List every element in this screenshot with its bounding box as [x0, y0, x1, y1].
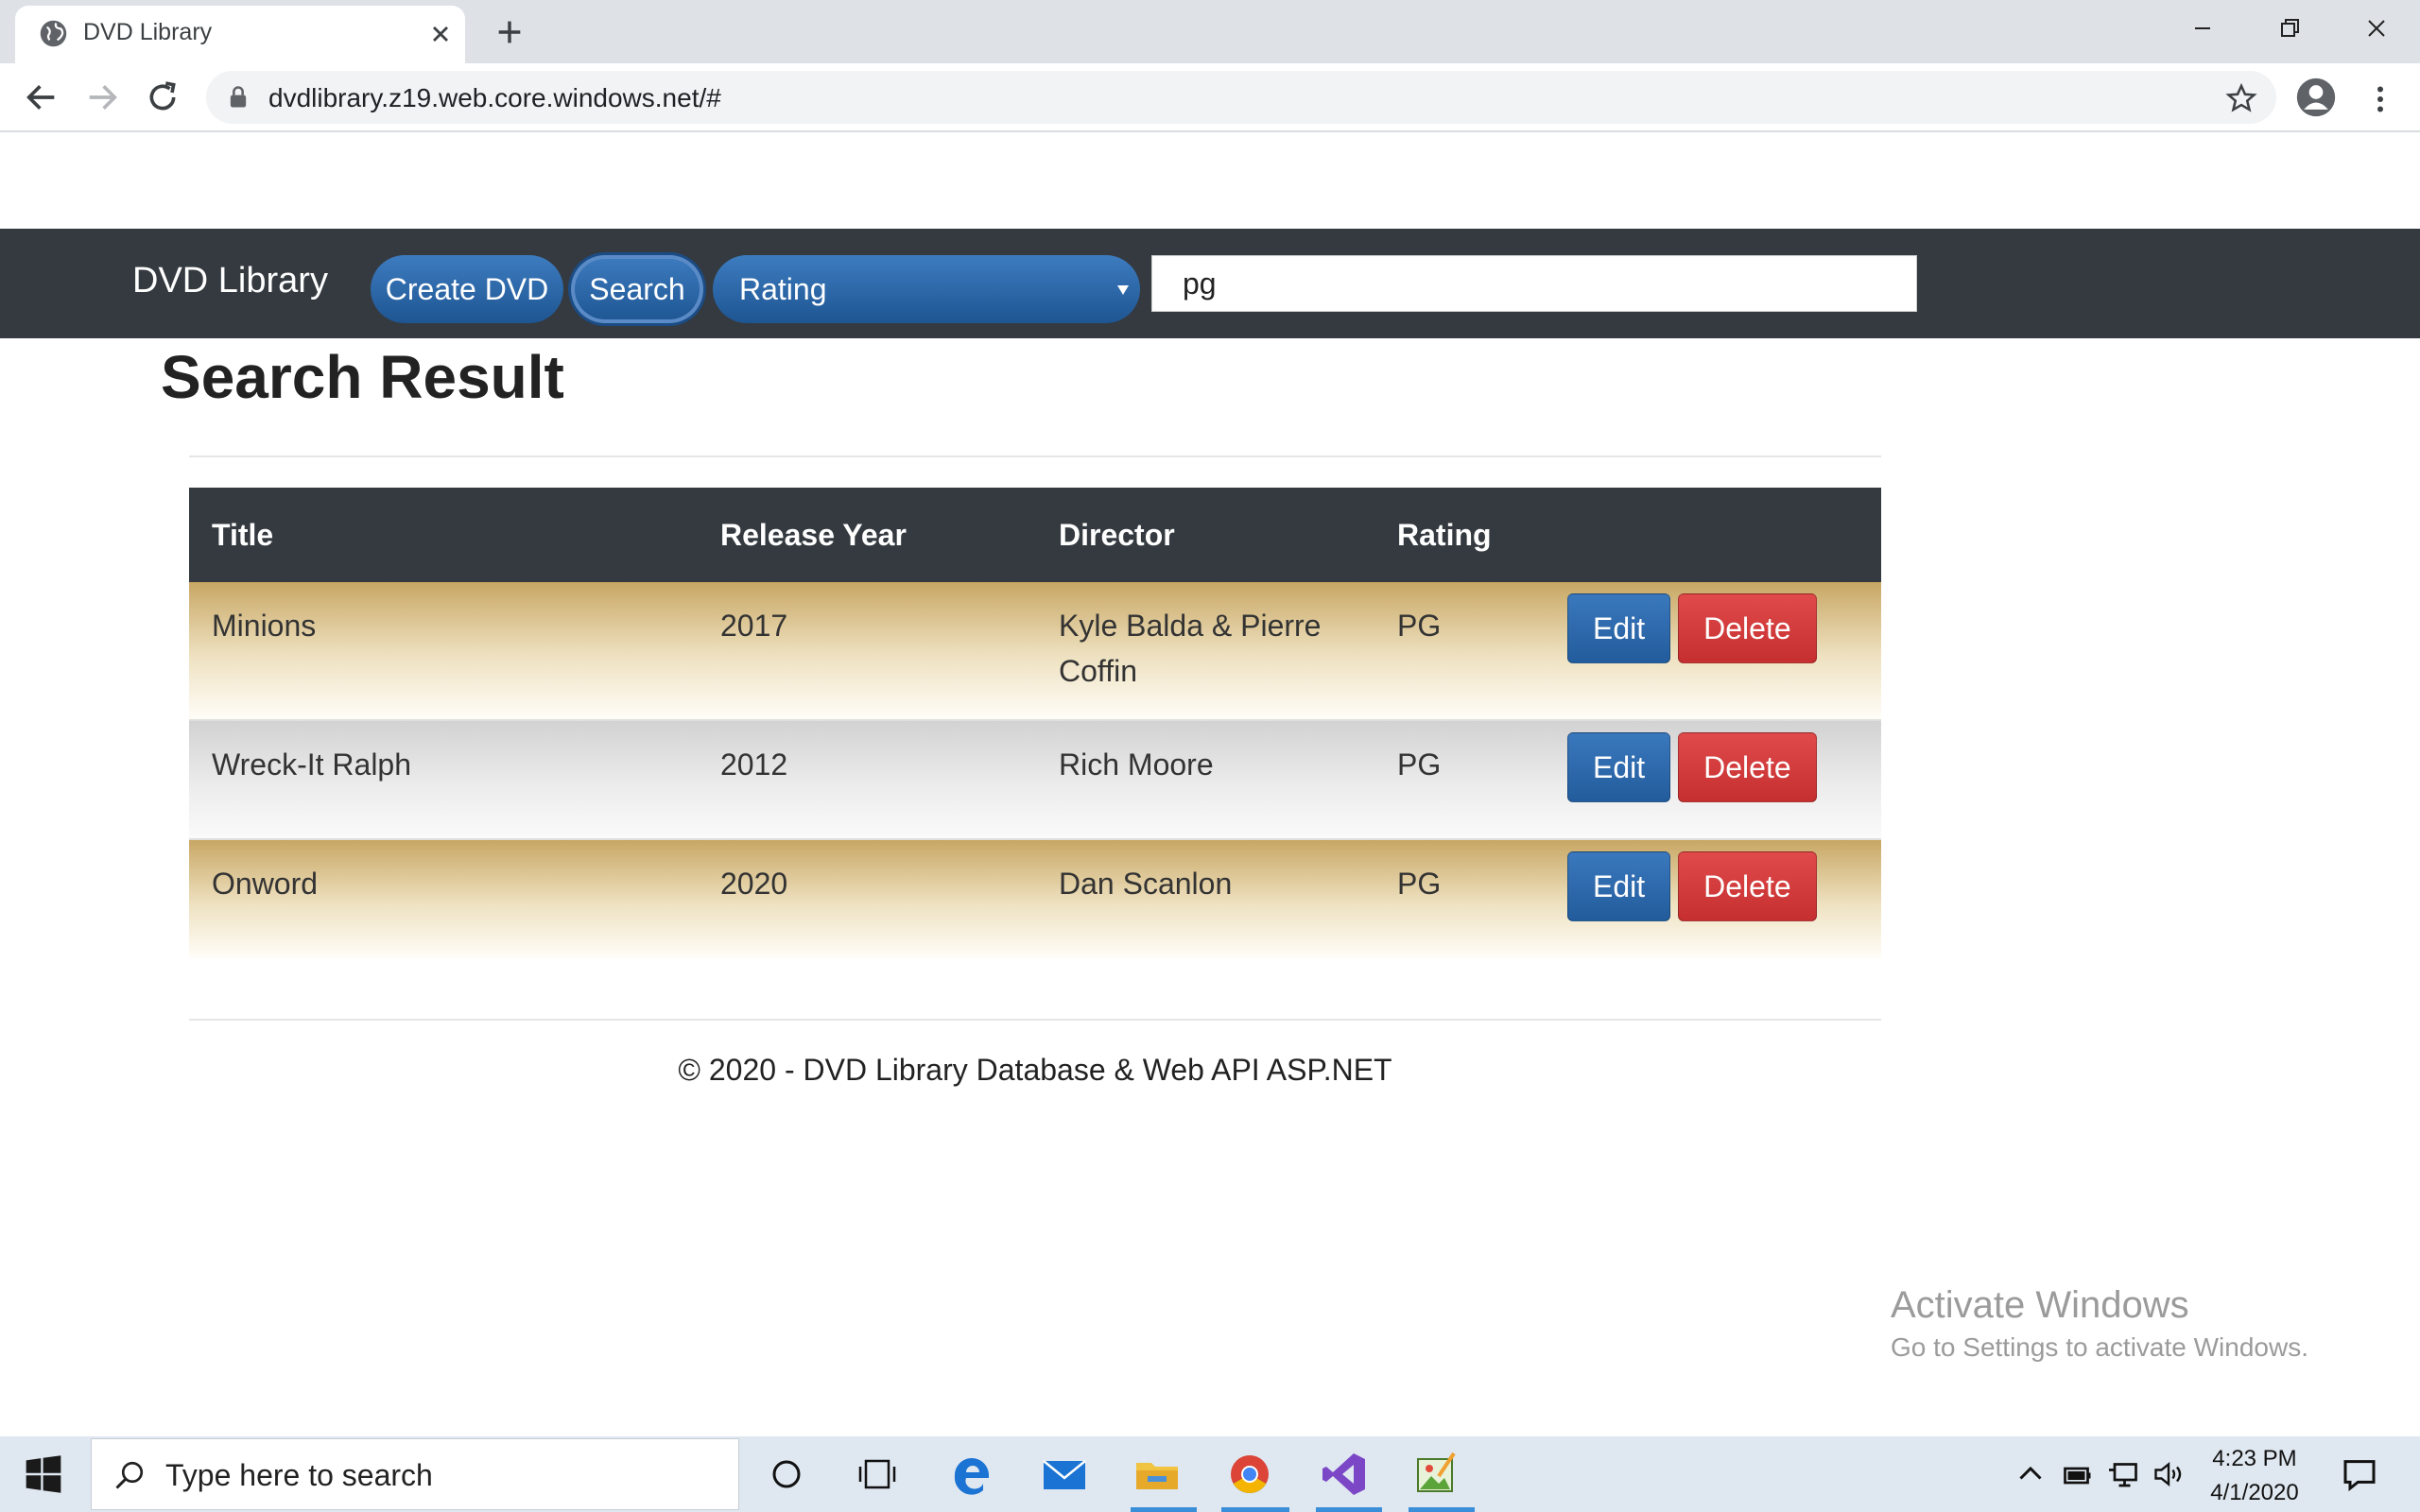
results-table: Title Release Year Director Rating Minio… — [189, 488, 1881, 958]
column-header-actions — [1545, 488, 1881, 582]
profile-avatar-icon[interactable] — [2295, 77, 2337, 118]
cell-title: Onword — [189, 838, 698, 958]
chrome-icon[interactable] — [1223, 1448, 1276, 1501]
column-header-title: Title — [189, 488, 698, 582]
cell-rating: PG — [1374, 582, 1545, 720]
column-header-director: Director — [1036, 488, 1374, 582]
system-clock[interactable]: 4:23 PM 4/1/2020 — [2193, 1442, 2316, 1510]
search-category-select[interactable]: Rating — [713, 255, 1140, 323]
cell-release-year: 2017 — [698, 582, 1036, 720]
clock-time: 4:23 PM — [2212, 1446, 2297, 1471]
running-indicator — [1221, 1507, 1289, 1512]
divider — [189, 455, 1881, 457]
task-view-icon[interactable] — [851, 1448, 904, 1501]
edge-browser-icon[interactable] — [945, 1448, 998, 1501]
page-title: Search Result — [161, 343, 564, 411]
taskbar-search-placeholder: Type here to search — [165, 1458, 433, 1492]
file-explorer-icon[interactable] — [1131, 1448, 1184, 1501]
brand-title[interactable]: DVD Library — [132, 261, 328, 301]
search-icon — [115, 1461, 144, 1489]
browser-tab[interactable]: DVD Library — [15, 6, 465, 63]
chevron-down-icon — [1117, 285, 1129, 295]
activate-windows-watermark: Activate Windows Go to Settings to activ… — [1891, 1281, 2308, 1366]
create-dvd-button[interactable]: Create DVD — [371, 255, 563, 323]
windows-taskbar: Type here to search 4:23 PM 4/1/2020 — [0, 1436, 2420, 1512]
cortana-icon[interactable] — [760, 1448, 813, 1501]
network-icon[interactable] — [2106, 1455, 2140, 1493]
windows-start-icon[interactable] — [23, 1453, 64, 1495]
paint-icon[interactable] — [1410, 1448, 1463, 1501]
restore-icon[interactable] — [2261, 9, 2318, 47]
close-tab-icon[interactable] — [427, 21, 454, 47]
volume-icon[interactable] — [2152, 1455, 2186, 1493]
forward-arrow-icon[interactable] — [83, 78, 121, 116]
cell-title: Wreck-It Ralph — [189, 719, 698, 839]
tab-title: DVD Library — [83, 19, 213, 45]
watermark-subtitle: Go to Settings to activate Windows. — [1891, 1332, 2308, 1362]
clock-date: 4/1/2020 — [2210, 1480, 2299, 1505]
cell-actions: Edit Delete — [1545, 838, 1881, 958]
chevron-up-icon[interactable] — [2014, 1455, 2048, 1493]
taskbar-search-box[interactable]: Type here to search — [91, 1438, 739, 1510]
reload-icon[interactable] — [144, 78, 182, 116]
cell-release-year: 2012 — [698, 719, 1036, 839]
cell-actions: Edit Delete — [1545, 582, 1881, 720]
running-indicator — [1409, 1507, 1475, 1512]
web-page: DVD Library Create DVD Search Rating pg … — [0, 134, 2420, 1436]
browser-tab-strip: DVD Library — [0, 0, 2420, 63]
table-header-row: Title Release Year Director Rating — [189, 488, 1881, 582]
cell-director: Dan Scanlon — [1036, 838, 1374, 958]
watermark-title: Activate Windows — [1891, 1284, 2189, 1326]
delete-button[interactable]: Delete — [1678, 593, 1817, 663]
cell-release-year: 2020 — [698, 838, 1036, 958]
browser-toolbar: dvdlibrary.z19.web.core.windows.net/# — [0, 63, 2420, 132]
cell-director: Rich Moore — [1036, 719, 1374, 839]
globe-icon — [40, 20, 67, 47]
close-window-icon[interactable] — [2348, 9, 2405, 47]
cell-title: Minions — [189, 582, 698, 720]
cell-actions: Edit Delete — [1545, 719, 1881, 839]
footer-text: © 2020 - DVD Library Database & Web API … — [678, 1053, 1392, 1087]
address-bar[interactable]: dvdlibrary.z19.web.core.windows.net/# — [206, 71, 2276, 124]
mail-icon[interactable] — [1038, 1448, 1091, 1501]
minimize-icon[interactable] — [2174, 9, 2231, 47]
running-indicator — [1131, 1507, 1197, 1512]
table-row: Onword 2020 Dan Scanlon PG Edit Delete — [189, 838, 1881, 958]
action-center-icon[interactable] — [2341, 1455, 2378, 1493]
url-text[interactable]: dvdlibrary.z19.web.core.windows.net/# — [268, 83, 721, 113]
bookmark-star-icon[interactable] — [2225, 82, 2257, 114]
new-tab-icon[interactable] — [493, 16, 526, 48]
kebab-menu-icon[interactable] — [2363, 80, 2397, 118]
app-navbar: DVD Library Create DVD Search Rating pg — [0, 229, 2420, 338]
table-row: Wreck-It Ralph 2012 Rich Moore PG Edit De… — [189, 719, 1881, 839]
lock-icon[interactable] — [225, 84, 251, 111]
search-category-value: Rating — [739, 272, 827, 306]
search-button[interactable]: Search — [571, 255, 703, 323]
running-indicator — [1316, 1507, 1382, 1512]
search-term-input[interactable]: pg — [1151, 255, 1917, 312]
cell-director: Kyle Balda & Pierre Coffin — [1036, 582, 1374, 720]
edit-button[interactable]: Edit — [1567, 593, 1671, 663]
delete-button[interactable]: Delete — [1678, 851, 1817, 921]
divider — [189, 1019, 1881, 1021]
column-header-rating: Rating — [1374, 488, 1545, 582]
delete-button[interactable]: Delete — [1678, 732, 1817, 802]
table-row: Minions 2017 Kyle Balda & Pierre Coffin … — [189, 582, 1881, 720]
battery-icon[interactable] — [2061, 1455, 2095, 1493]
cell-rating: PG — [1374, 838, 1545, 958]
column-header-release-year: Release Year — [698, 488, 1036, 582]
edit-button[interactable]: Edit — [1567, 732, 1671, 802]
edit-button[interactable]: Edit — [1567, 851, 1671, 921]
back-arrow-icon[interactable] — [23, 78, 60, 116]
cell-rating: PG — [1374, 719, 1545, 839]
visual-studio-icon[interactable] — [1318, 1448, 1371, 1501]
